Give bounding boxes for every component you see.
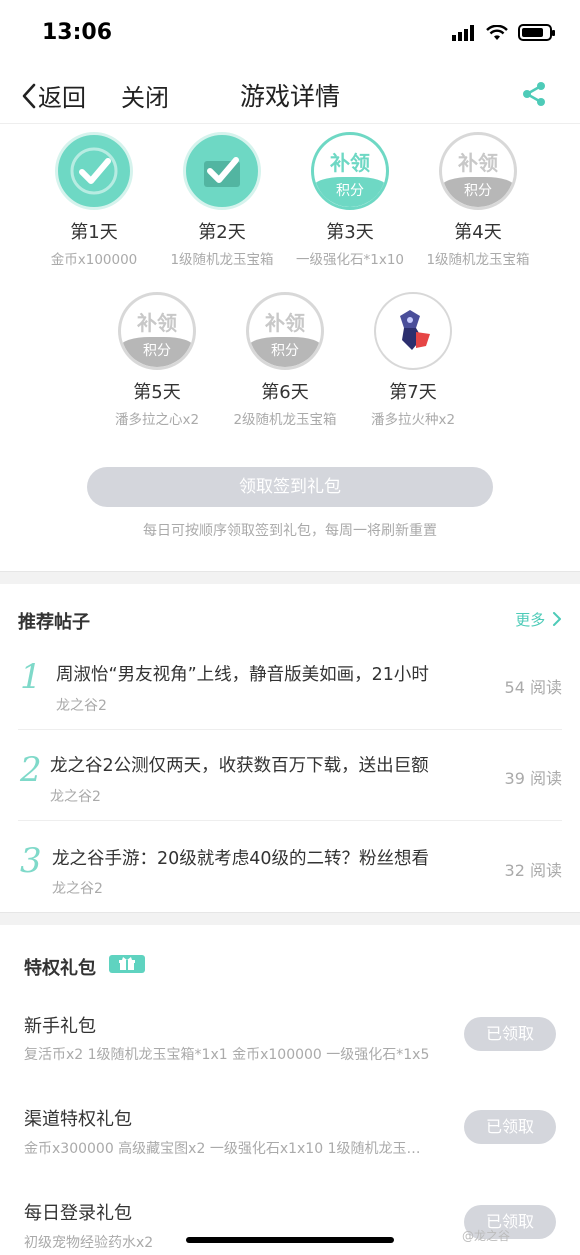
signin-day-7[interactable]: 第7天 潘多拉火种x2 xyxy=(343,292,483,428)
signal-icon xyxy=(452,24,474,41)
package-name: 新手礼包 xyxy=(24,1016,96,1037)
pandora-fire-icon xyxy=(400,310,430,350)
makeup-points: 积分 xyxy=(121,337,193,367)
package-claimed-button[interactable]: 已领取 xyxy=(464,1017,556,1051)
signin-day-5[interactable]: 补领 积分 第5天 潘多拉之心x2 xyxy=(87,292,227,428)
package-name: 每日登录礼包 xyxy=(24,1203,132,1224)
watermark: @龙之谷 xyxy=(462,1229,511,1243)
battery-icon xyxy=(518,24,555,41)
post-rank: 2 xyxy=(20,750,42,790)
makeup-points: 积分 xyxy=(314,177,386,207)
makeup-circle: 补领 积分 xyxy=(246,292,324,370)
home-indicator[interactable] xyxy=(186,1237,394,1243)
day-reward: 金币x100000 xyxy=(50,252,138,268)
gift-icon xyxy=(109,955,145,973)
gift-package-item: 渠道特权礼包 金币x300000 高级藏宝图x2 一级强化石x1x10 1级随机… xyxy=(24,1093,560,1185)
post-item[interactable]: 1 周淑怡“男友视角”上线，静音版美如画，21小时 龙之谷2 54 阅读 xyxy=(18,639,562,730)
day-label: 第4天 xyxy=(454,222,502,243)
package-claimed-button[interactable]: 已领取 xyxy=(464,1110,556,1144)
signin-day-2[interactable]: 第2天 1级随机龙玉宝箱 xyxy=(152,132,292,268)
signin-day-1[interactable]: 第1天 金币x100000 xyxy=(24,132,164,268)
day-label: 第1天 xyxy=(70,222,118,243)
post-source: 龙之谷2 xyxy=(52,881,103,897)
day-circle xyxy=(374,292,452,370)
makeup-points: 积分 xyxy=(249,337,321,367)
posts-section-title: 推荐帖子 xyxy=(18,612,90,633)
makeup-label: 补领 xyxy=(137,311,177,335)
signin-day-3[interactable]: 补领 积分 第3天 一级强化石*1x10 xyxy=(280,132,420,268)
status-icons xyxy=(452,24,555,41)
day-label: 第2天 xyxy=(198,222,246,243)
post-item[interactable]: 3 龙之谷手游：20级就考虑40级的二转？粉丝想看 龙之谷2 32 阅读 xyxy=(18,821,562,912)
day-reward: 潘多拉之心x2 xyxy=(114,412,200,428)
page-title: 游戏详情 xyxy=(239,82,340,111)
packages-section-title: 特权礼包 xyxy=(24,958,96,979)
post-title: 周淑怡“男友视角”上线，静音版美如画，21小时 xyxy=(56,665,429,685)
makeup-label: 补领 xyxy=(265,311,305,335)
signin-day-4[interactable]: 补领 积分 第4天 1级随机龙玉宝箱 xyxy=(408,132,548,268)
day-reward: 1级随机龙玉宝箱 xyxy=(426,252,530,268)
day-label: 第3天 xyxy=(326,222,374,243)
day-reward: 1级随机龙玉宝箱 xyxy=(170,252,274,268)
makeup-label: 补领 xyxy=(458,151,498,175)
chevron-right-icon xyxy=(553,612,561,626)
post-source: 龙之谷2 xyxy=(56,698,107,714)
makeup-circle: 补领 积分 xyxy=(439,132,517,210)
battery-level xyxy=(522,28,543,37)
section-divider xyxy=(0,571,580,584)
claim-signin-gift-button[interactable]: 领取签到礼包 xyxy=(87,467,493,507)
day-reward: 一级强化石*1x10 xyxy=(295,252,404,268)
wifi-icon xyxy=(486,24,508,40)
day-label: 第5天 xyxy=(133,382,181,403)
day-circle xyxy=(183,132,261,210)
gift-package-item: 每日登录礼包 初级宠物经验药水x2 已领取 xyxy=(24,1188,560,1255)
makeup-label: 补领 xyxy=(330,151,370,175)
day-label: 第7天 xyxy=(389,382,437,403)
package-name: 渠道特权礼包 xyxy=(24,1109,132,1130)
post-item[interactable]: 2 龙之谷2公测仅两天，收获数百万下载，送出巨额 龙之谷2 39 阅读 xyxy=(18,730,562,821)
status-time: 13:06 xyxy=(42,20,113,45)
more-posts-link[interactable]: 更多 xyxy=(515,609,562,630)
share-button[interactable] xyxy=(520,80,548,112)
package-description: 复活币x2 1级随机龙玉宝箱*1x1 金币x100000 一级强化石*1x5 xyxy=(24,1047,430,1063)
chest-icon xyxy=(204,157,240,187)
post-source: 龙之谷2 xyxy=(50,789,101,805)
more-label: 更多 xyxy=(515,611,546,629)
post-rank: 3 xyxy=(20,841,42,881)
post-title: 龙之谷手游：20级就考虑40级的二转？粉丝想看 xyxy=(52,849,430,869)
signin-day-6[interactable]: 补领 积分 第6天 2级随机龙玉宝箱 xyxy=(215,292,355,428)
signin-note: 每日可按顺序领取签到礼包，每周一将刷新重置 xyxy=(143,523,437,539)
nav-bar: 返回 关闭 游戏详情 xyxy=(0,64,580,124)
post-read-count: 39 阅读 xyxy=(504,769,562,788)
makeup-circle: 补领 积分 xyxy=(311,132,389,210)
makeup-points: 积分 xyxy=(442,177,514,207)
package-description: 金币x300000 高级藏宝图x2 一级强化石x1x10 1级随机龙玉… xyxy=(24,1141,421,1157)
post-title: 龙之谷2公测仅两天，收获数百万下载，送出巨额 xyxy=(50,756,429,776)
status-bar: 13:06 xyxy=(0,0,580,64)
day-reward: 2级随机龙玉宝箱 xyxy=(233,412,337,428)
gift-package-item: 新手礼包 复活币x2 1级随机龙玉宝箱*1x1 金币x100000 一级强化石*… xyxy=(24,1000,560,1092)
day-reward: 潘多拉火种x2 xyxy=(370,412,456,428)
day-circle xyxy=(55,132,133,210)
makeup-circle: 补领 积分 xyxy=(118,292,196,370)
post-read-count: 32 阅读 xyxy=(504,861,562,880)
post-rank: 1 xyxy=(20,657,42,697)
day-label: 第6天 xyxy=(261,382,309,403)
post-read-count: 54 阅读 xyxy=(504,678,562,697)
checkmark-icon xyxy=(70,147,118,195)
share-icon xyxy=(523,82,545,106)
section-divider xyxy=(0,912,580,925)
